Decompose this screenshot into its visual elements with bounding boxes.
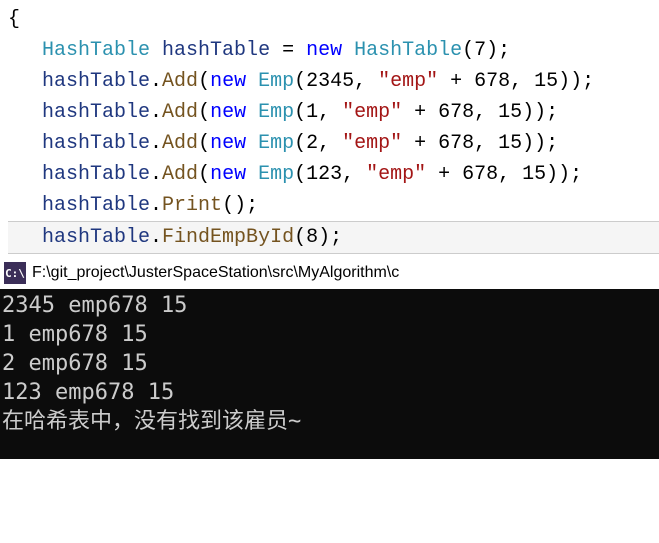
console-output-line: 2345 emp678 15 — [2, 291, 657, 320]
code-token: . — [150, 163, 162, 186]
code-token: ( — [198, 163, 210, 186]
code-line[interactable]: hashTable.FindEmpById(8); — [8, 221, 659, 254]
code-token: hashTable — [42, 101, 150, 124]
code-token: Emp — [258, 132, 294, 155]
code-token — [246, 101, 258, 124]
code-token: . — [150, 101, 162, 124]
code-token: hashTable — [162, 39, 270, 62]
code-editor[interactable]: { HashTable hashTable = new HashTable(7)… — [0, 0, 659, 254]
console-output: 2345 emp678 151 emp678 152 emp678 15123 … — [0, 289, 659, 459]
code-token: Emp — [258, 101, 294, 124]
code-token: Print — [162, 194, 222, 217]
code-token: "emp" — [342, 101, 402, 124]
code-line[interactable]: hashTable.Add(new Emp(123, "emp" + 678, … — [8, 159, 659, 190]
code-token: hashTable — [42, 132, 150, 155]
code-token: + 678, 15)); — [402, 101, 558, 124]
console-icon: C:\ — [4, 262, 26, 284]
code-token: hashTable — [42, 194, 150, 217]
code-token: new — [210, 132, 246, 155]
code-token: new — [210, 101, 246, 124]
code-line[interactable]: hashTable.Add(new Emp(1, "emp" + 678, 15… — [8, 97, 659, 128]
code-token: + 678, 15)); — [426, 163, 582, 186]
console-title: F:\git_project\JusterSpaceStation\src\My… — [32, 264, 399, 282]
code-token: Add — [162, 132, 198, 155]
code-token — [150, 39, 162, 62]
code-token: (8); — [294, 226, 342, 249]
console-window: C:\ F:\git_project\JusterSpaceStation\sr… — [0, 257, 659, 459]
code-line[interactable]: hashTable.Print(); — [8, 190, 659, 221]
code-line[interactable]: hashTable.Add(new Emp(2345, "emp" + 678,… — [8, 66, 659, 97]
code-token: hashTable — [42, 226, 150, 249]
code-token: + 678, 15)); — [402, 132, 558, 155]
code-token: (2, — [294, 132, 342, 155]
code-token: ( — [198, 101, 210, 124]
code-token: = — [270, 39, 306, 62]
code-token: new — [210, 70, 246, 93]
code-token: "emp" — [342, 132, 402, 155]
console-output-line: 1 emp678 15 — [2, 320, 657, 349]
code-token: Add — [162, 163, 198, 186]
code-token — [246, 70, 258, 93]
code-token — [246, 132, 258, 155]
code-token: HashTable — [354, 39, 462, 62]
code-token: (123, — [294, 163, 366, 186]
code-token: (2345, — [294, 70, 378, 93]
code-token: Add — [162, 70, 198, 93]
code-line[interactable]: hashTable.Add(new Emp(2, "emp" + 678, 15… — [8, 128, 659, 159]
code-token: (); — [222, 194, 258, 217]
code-token — [246, 163, 258, 186]
code-token: "emp" — [366, 163, 426, 186]
code-token: (7); — [462, 39, 510, 62]
code-token: hashTable — [42, 70, 150, 93]
code-token: hashTable — [42, 163, 150, 186]
code-token: new — [210, 163, 246, 186]
console-output-line: 在哈希表中，没有找到该雇员~ — [2, 407, 657, 436]
code-token: ( — [198, 132, 210, 155]
code-token: Add — [162, 101, 198, 124]
code-token: . — [150, 132, 162, 155]
code-token: . — [150, 194, 162, 217]
code-token: Emp — [258, 70, 294, 93]
code-token: "emp" — [378, 70, 438, 93]
code-token: . — [150, 226, 162, 249]
code-token: . — [150, 70, 162, 93]
code-brace-open: { — [8, 4, 659, 35]
code-token: (1, — [294, 101, 342, 124]
code-token: HashTable — [42, 39, 150, 62]
console-output-line: 2 emp678 15 — [2, 349, 657, 378]
code-token: + 678, 15)); — [438, 70, 594, 93]
code-token: Emp — [258, 163, 294, 186]
code-line[interactable]: HashTable hashTable = new HashTable(7); — [8, 35, 659, 66]
console-output-line: 123 emp678 15 — [2, 378, 657, 407]
code-token: new — [306, 39, 342, 62]
code-token — [342, 39, 354, 62]
code-token: FindEmpById — [162, 226, 294, 249]
console-title-bar[interactable]: C:\ F:\git_project\JusterSpaceStation\sr… — [0, 257, 659, 289]
code-token: ( — [198, 70, 210, 93]
